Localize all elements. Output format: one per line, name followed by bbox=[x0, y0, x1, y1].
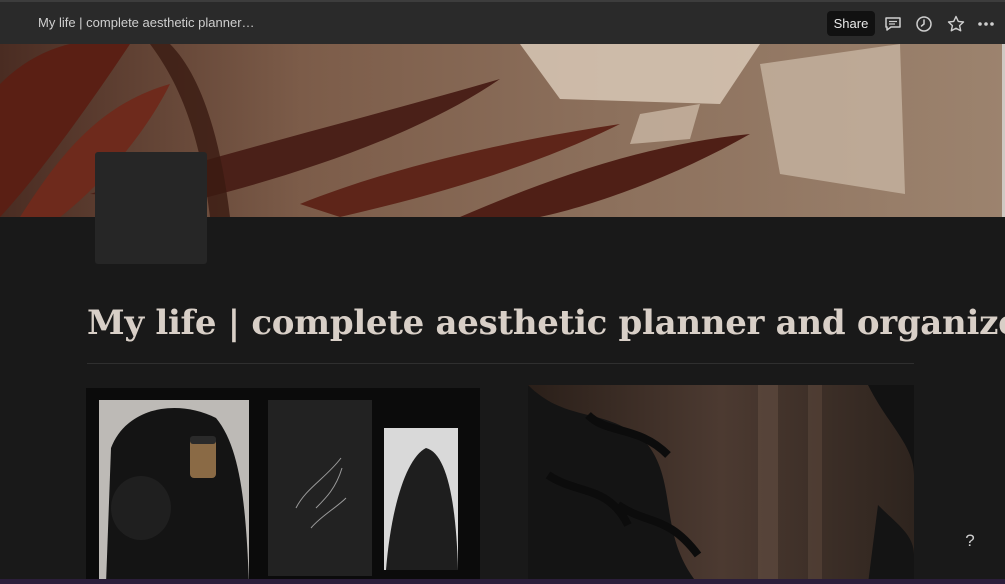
help-button[interactable]: ? bbox=[956, 527, 984, 555]
top-bar: My life | complete aesthetic planner… Sh… bbox=[0, 0, 1005, 44]
comment-icon[interactable] bbox=[883, 14, 903, 34]
star-favorite-icon[interactable] bbox=[946, 14, 966, 34]
window-bottom-edge bbox=[0, 579, 1005, 584]
page-icon-placeholder[interactable] bbox=[95, 152, 207, 264]
moodboard-image-left[interactable] bbox=[86, 388, 480, 584]
title-divider bbox=[87, 363, 914, 364]
history-clock-icon[interactable] bbox=[914, 14, 934, 34]
more-dots-icon[interactable] bbox=[976, 14, 996, 34]
document-breadcrumb-title[interactable]: My life | complete aesthetic planner… bbox=[38, 15, 255, 30]
page-title[interactable]: My life | complete aesthetic planner and… bbox=[87, 303, 1005, 343]
moodboard-image-right[interactable] bbox=[528, 385, 914, 584]
share-button[interactable]: Share bbox=[827, 11, 875, 36]
